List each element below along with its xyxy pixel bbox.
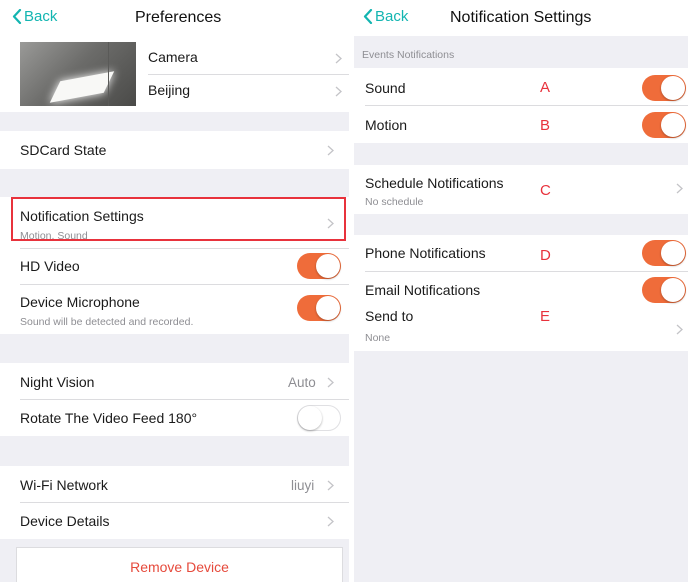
highlight-box [11,197,346,241]
chevron-right-icon [335,86,342,97]
ceiling-light [49,71,115,103]
send-to-value: None [365,332,391,344]
chevron-right-icon [676,324,683,335]
chevron-left-icon [12,9,22,24]
page-title: Notification Settings [450,9,592,26]
motion-label: Motion [365,117,408,133]
rotate-toggle[interactable] [297,405,341,431]
notification-settings-screen: Back Notification Settings Events Notifi… [354,0,688,582]
chevron-right-icon [335,53,342,64]
device-details-row[interactable]: Device Details [0,503,349,539]
camera-thumbnail[interactable] [20,42,136,106]
wifi-network-value: liuyi [291,478,315,493]
chevron-right-icon [327,480,334,491]
chevron-right-icon [676,183,683,194]
phone-notifications-label: Phone Notifications [365,245,486,261]
send-to-row[interactable]: Send to None E [354,300,688,351]
chevron-left-icon [363,9,373,24]
annotation-e: E [540,308,551,325]
notification-navbar: Back Notification Settings [354,0,688,36]
camera-name[interactable]: Camera [148,49,198,65]
hd-video-toggle[interactable] [297,253,341,279]
sound-label: Sound [365,80,406,96]
preferences-navbar: Back Preferences [0,0,349,36]
sdcard-label: SDCard State [20,142,107,158]
annotation-c: C [540,182,551,199]
camera-info-section: Camera Beijing [0,36,349,112]
schedule-notifications-row[interactable]: Schedule Notifications No schedule C [354,165,688,214]
phone-notifications-toggle[interactable] [642,240,686,266]
back-label: Back [24,8,58,25]
wifi-network-row[interactable]: Wi-Fi Network liuyi [0,466,349,502]
device-details-label: Device Details [20,513,110,529]
remove-device-label: Remove Device [130,559,229,575]
page-title: Preferences [135,9,222,26]
microphone-label: Device Microphone [20,294,140,310]
chevron-right-icon [327,516,334,527]
chevron-right-icon [327,377,334,388]
preferences-screen: Back Preferences Camera Beijing SDCard S… [0,0,349,582]
sdcard-state-row[interactable]: SDCard State [0,131,349,169]
events-section-header: Events Notifications [362,49,455,61]
microphone-subtitle: Sound will be detected and recorded. [20,316,194,328]
annotation-d: D [540,247,551,264]
annotation-a: A [540,79,551,96]
night-vision-row[interactable]: Night Vision Auto [0,363,349,399]
back-button[interactable]: Back [363,8,408,25]
remove-device-button[interactable]: Remove Device [16,547,343,582]
hd-video-label: HD Video [20,258,80,274]
microphone-toggle[interactable] [297,295,341,321]
motion-toggle[interactable] [642,112,686,138]
night-vision-value: Auto [288,375,316,390]
back-button[interactable]: Back [12,8,57,25]
rotate-label: Rotate The Video Feed 180° [20,410,198,426]
chevron-right-icon [327,145,334,156]
wifi-network-label: Wi-Fi Network [20,477,108,493]
camera-location[interactable]: Beijing [148,82,190,98]
schedule-subtitle: No schedule [365,196,424,208]
back-label: Back [375,8,409,25]
night-vision-label: Night Vision [20,374,95,390]
sound-toggle[interactable] [642,75,686,101]
email-notifications-label: Email Notifications [365,282,481,298]
schedule-label: Schedule Notifications [365,175,504,191]
send-to-label: Send to [365,308,414,324]
annotation-b: B [540,117,551,134]
